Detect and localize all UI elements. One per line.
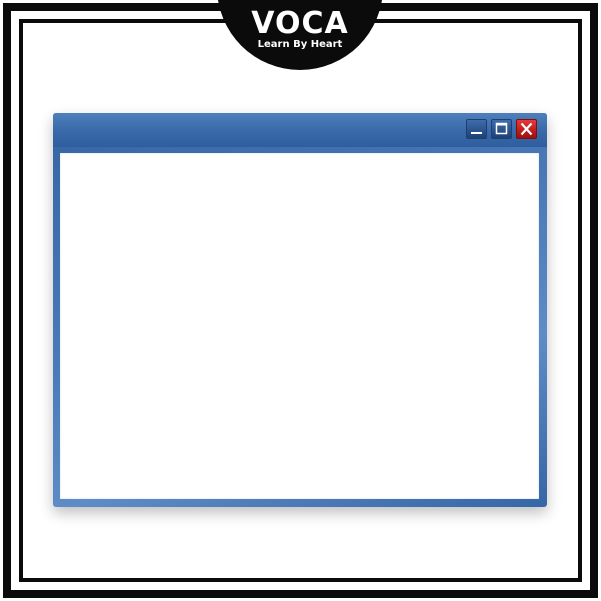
minimize-button[interactable]: [466, 119, 487, 139]
close-icon: [520, 122, 533, 136]
close-button[interactable]: [516, 119, 537, 139]
maximize-button[interactable]: [491, 119, 512, 139]
logo-brand: VOCA: [251, 6, 349, 41]
window-client-area[interactable]: [60, 153, 539, 499]
maximize-icon: [495, 122, 508, 135]
window-titlebar[interactable]: [53, 113, 547, 147]
minimize-icon: [471, 132, 482, 134]
application-window: [53, 113, 547, 507]
logo-tagline: Learn By Heart: [257, 39, 343, 50]
page: VOCA Learn By Heart: [0, 0, 601, 601]
